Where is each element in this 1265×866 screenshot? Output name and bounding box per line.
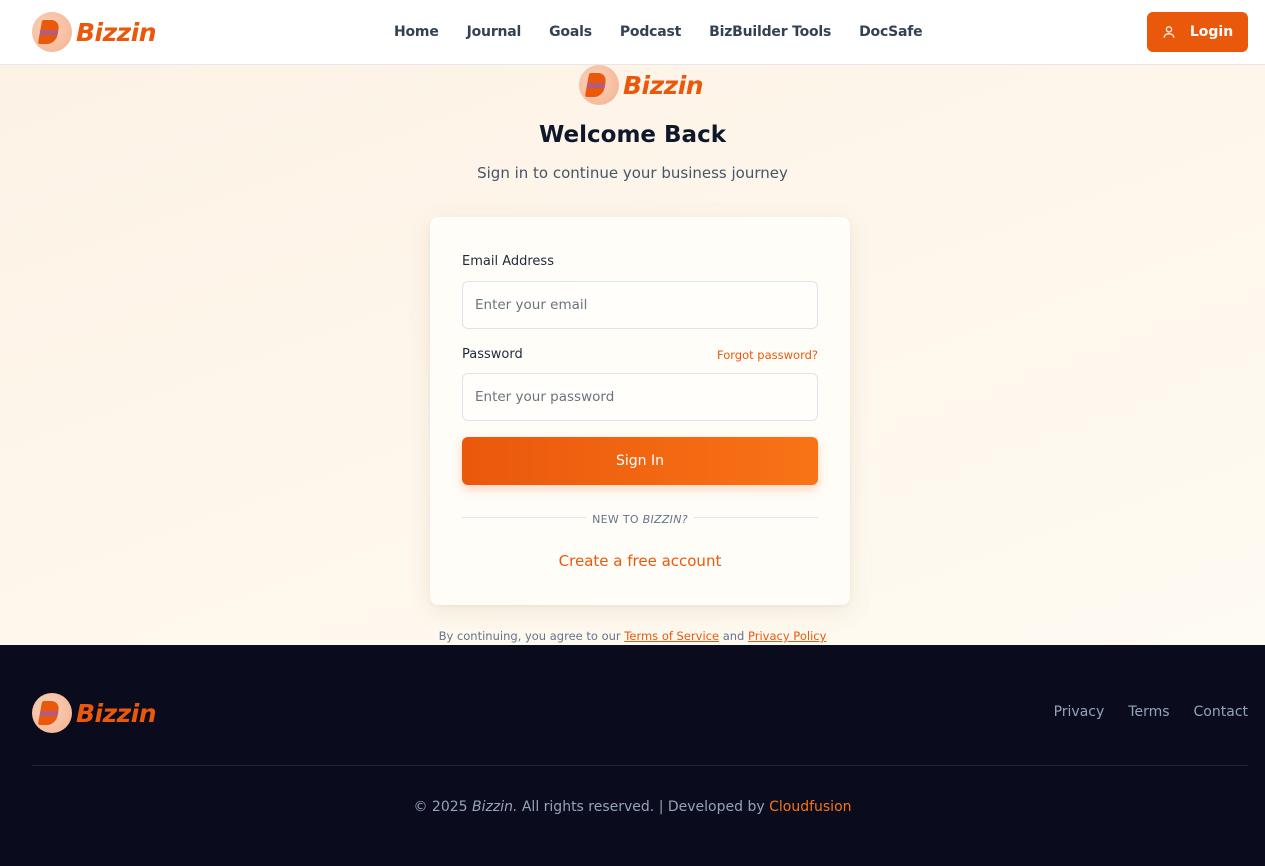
password-label: Password	[462, 347, 523, 362]
footer: Bizzin Privacy Terms Contact © 2025 Bizz…	[0, 645, 1265, 866]
login-button-label: Login	[1189, 24, 1234, 40]
login-page: Bizzin Welcome Back Sign in to continue …	[0, 65, 1265, 645]
bizzin-b-logo-icon	[579, 65, 619, 105]
forgot-password-link[interactable]: Forgot password?	[717, 348, 818, 362]
brand-name: Bizzin	[623, 70, 704, 100]
divider-label: NEW TO BIZZIN?	[430, 510, 850, 528]
login-card: Email Address Password Forgot password? …	[430, 217, 850, 605]
email-field[interactable]	[462, 281, 818, 329]
main-nav: Home Journal Goals Podcast BizBuilder To…	[394, 0, 923, 64]
user-icon	[1163, 26, 1175, 38]
divider-brand: BIZZIN?	[642, 513, 688, 526]
developer-link[interactable]: Cloudfusion	[769, 799, 851, 815]
sign-in-button[interactable]: Sign In	[462, 437, 818, 485]
nav-item-journal[interactable]: Journal	[467, 24, 522, 40]
terms-notice: By continuing, you agree to our Terms of…	[0, 629, 1265, 643]
terms-prefix: By continuing, you agree to our	[438, 629, 625, 643]
bizzin-b-logo-icon	[32, 693, 72, 733]
privacy-policy-link[interactable]: Privacy Policy	[748, 629, 826, 643]
brand-logo-link[interactable]: Bizzin	[32, 12, 157, 52]
page-title: Welcome Back	[538, 122, 727, 148]
terms-of-service-link[interactable]: Terms of Service	[624, 629, 719, 643]
email-label: Email Address	[462, 254, 554, 269]
nav-item-home[interactable]: Home	[394, 24, 439, 40]
footer-link-terms[interactable]: Terms	[1128, 704, 1169, 720]
copyright-suffix: All rights reserved. | Developed by	[517, 799, 770, 815]
footer-divider	[32, 765, 1248, 766]
create-account-link[interactable]: Create a free account	[430, 552, 850, 570]
nav-item-podcast[interactable]: Podcast	[620, 24, 681, 40]
copyright: © 2025 Bizzin. All rights reserved. | De…	[0, 799, 1265, 815]
copyright-prefix: © 2025	[413, 799, 472, 815]
brand-name: Bizzin	[76, 698, 157, 728]
page-subtitle: Sign in to continue your business journe…	[477, 164, 788, 182]
brand-name: Bizzin	[76, 17, 157, 47]
footer-links: Privacy Terms Contact	[1054, 704, 1248, 720]
divider-prefix: NEW TO	[592, 513, 643, 526]
bizzin-b-logo-icon	[32, 12, 72, 52]
top-navbar: Bizzin Home Journal Goals Podcast BizBui…	[0, 0, 1265, 65]
password-field[interactable]	[462, 373, 818, 421]
footer-brand-logo[interactable]: Bizzin	[32, 693, 157, 733]
footer-link-contact[interactable]: Contact	[1194, 704, 1248, 720]
brand-logo-center: Bizzin	[579, 65, 704, 105]
terms-joiner: and	[719, 629, 749, 643]
footer-link-privacy[interactable]: Privacy	[1054, 704, 1105, 720]
nav-item-docsafe[interactable]: DocSafe	[859, 24, 922, 40]
copyright-brand: Bizzin.	[472, 799, 518, 815]
nav-item-bizbuilder-tools[interactable]: BizBuilder Tools	[709, 24, 831, 40]
nav-item-goals[interactable]: Goals	[549, 24, 592, 40]
login-button[interactable]: Login	[1147, 12, 1248, 52]
